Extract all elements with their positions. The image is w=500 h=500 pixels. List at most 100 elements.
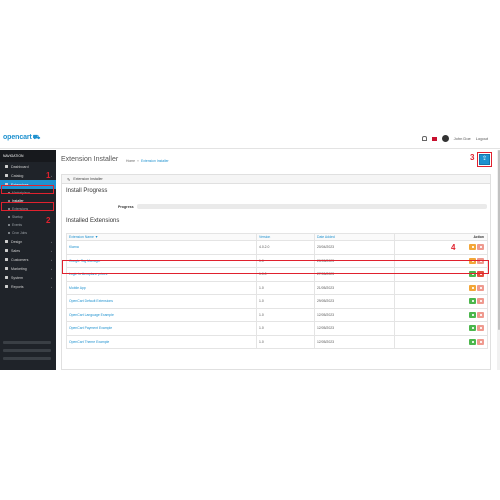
chevron-right-icon: › <box>51 284 52 289</box>
highlight-box-installer <box>1 202 54 211</box>
breadcrumb: Home» Extension Installer <box>126 159 169 163</box>
nav-title: NAVIGATION <box>0 150 56 162</box>
delete-button[interactable] <box>477 298 484 305</box>
action-cell <box>394 307 488 322</box>
extension-version: 1.0 <box>256 307 315 322</box>
annotation-3: 3 <box>470 153 475 162</box>
sidebar-subitem-label: Startup <box>12 215 23 219</box>
column-header-action: Action <box>394 233 488 241</box>
panel-title: Extension Installer <box>73 177 103 181</box>
sidebar-item-label: Catalog <box>11 173 24 178</box>
tag-icon <box>5 174 8 177</box>
column-header-name[interactable]: Extension Name ▼ <box>66 233 257 241</box>
delete-button[interactable] <box>477 311 484 318</box>
highlight-box-extensions <box>1 185 54 194</box>
extension-name-link[interactable]: OpenCart Theme Example <box>66 334 257 349</box>
opencart-logo[interactable]: opencart⛟ <box>3 134 40 142</box>
circle-icon <box>8 232 10 234</box>
panel-header: ✎ Extension Installer <box>62 175 490 184</box>
sidebar-progress-bar <box>3 357 51 360</box>
desktop-icon <box>5 240 8 243</box>
extension-name-link[interactable]: Mobile App <box>66 280 257 295</box>
annotation-1: 1 <box>46 171 51 180</box>
sidebar-item-label: Dashboard <box>11 164 29 169</box>
installer-panel: ✎ Extension Installer Install Progress Pr… <box>61 174 491 370</box>
delete-button[interactable] <box>477 284 484 291</box>
sidebar-subitem-label: Events <box>12 223 23 227</box>
breadcrumb-current[interactable]: Extension Installer <box>141 159 169 163</box>
extension-version: 1.0 <box>256 334 315 349</box>
extension-name-link[interactable]: OpenCart Default Extensions <box>66 294 257 309</box>
progress-bar <box>137 204 487 209</box>
sidebar-item-dashboard[interactable]: Dashboard <box>0 162 56 171</box>
sidebar-item-label: Marketing <box>11 266 27 271</box>
chevron-right-icon: › <box>51 266 52 271</box>
avatar[interactable] <box>441 135 449 142</box>
sidebar-item-customers[interactable]: Customers › <box>0 255 56 264</box>
breadcrumb-home[interactable]: Home <box>126 159 135 163</box>
sidebar-item-label: Sales <box>11 248 20 253</box>
action-cell <box>394 294 488 309</box>
column-header-date: Date Added <box>314 233 395 241</box>
extension-date: 21/05/2023 <box>314 280 395 295</box>
highlight-box-row <box>62 260 489 274</box>
table-row: OpenCart Payment Example 1.0 12/05/2023 <box>66 321 488 336</box>
sidebar-progress-bar <box>3 349 51 352</box>
logout-link[interactable]: Logout <box>476 136 488 141</box>
extension-version: 4.0.2.0 <box>256 240 315 255</box>
user-name[interactable]: John Doe <box>454 136 471 141</box>
scrollbar-thumb[interactable] <box>497 150 500 330</box>
sidebar-item-label: Customers <box>11 257 29 262</box>
chart-icon <box>5 285 8 288</box>
sidebar-item-design[interactable]: Design › <box>0 237 56 246</box>
sidebar-item-marketing[interactable]: Marketing › <box>0 264 56 273</box>
sidebar-item-label: Design <box>11 239 23 244</box>
uninstall-button[interactable] <box>469 244 476 251</box>
circle-icon <box>8 216 10 218</box>
breadcrumb-separator: » <box>137 159 139 163</box>
column-header-version: Version <box>256 233 315 241</box>
top-header: opencart⛟ John Doe Logout <box>0 129 500 149</box>
delete-button[interactable] <box>477 338 484 345</box>
sidebar-item-label: System <box>11 275 23 280</box>
extension-date: 12/05/2023 <box>314 334 395 349</box>
install-button[interactable] <box>469 298 476 305</box>
cart-logo-icon: ⛟ <box>32 135 41 141</box>
header-right: John Doe Logout <box>421 135 488 142</box>
flag-icon[interactable] <box>431 136 437 141</box>
share-icon <box>5 267 8 270</box>
chevron-right-icon: › <box>51 248 52 253</box>
sidebar-subitem-cron[interactable]: Cron Jobs <box>0 229 56 237</box>
delete-button[interactable] <box>477 325 484 332</box>
sidebar-item-reports[interactable]: Reports › <box>0 282 56 291</box>
sidebar-progress-bar <box>3 341 51 344</box>
extension-name-link[interactable]: OpenCart Payment Example <box>66 321 257 336</box>
sidebar-item-label: Reports <box>11 284 24 289</box>
sidebar-subitem-label: Cron Jobs <box>12 231 28 235</box>
table-row: OpenCart Default Extensions 1.0 29/05/2023 <box>66 294 488 309</box>
sidebar-item-sales[interactable]: Sales › <box>0 246 56 255</box>
sidebar-item-system[interactable]: System › <box>0 273 56 282</box>
main-content: Extension Installer Home» Extension Insta… <box>56 150 497 370</box>
uninstall-button[interactable] <box>469 284 476 291</box>
chevron-right-icon: › <box>51 257 52 262</box>
logo-text: opencart <box>3 134 32 141</box>
extension-date: 29/05/2023 <box>314 294 395 309</box>
extension-name-link[interactable]: OpenCart Language Example <box>66 307 257 322</box>
extensions-table: Extension Name ▼ Version Date Added Acti… <box>66 233 488 349</box>
sidebar: NAVIGATION Dashboard Catalog › Extensions… <box>0 150 56 370</box>
install-button[interactable] <box>469 311 476 318</box>
delete-button[interactable] <box>477 244 484 251</box>
extension-date: 12/05/2023 <box>314 321 395 336</box>
chevron-right-icon: › <box>51 239 52 244</box>
extension-name-link[interactable]: Klarna <box>66 240 257 255</box>
install-button[interactable] <box>469 338 476 345</box>
table-row: Mobile App 1.0 21/05/2023 <box>66 280 488 295</box>
circle-icon <box>8 224 10 226</box>
annotation-4: 4 <box>451 243 456 252</box>
extension-date: 20/04/2023 <box>314 240 395 255</box>
installed-extensions-heading: Installed Extensions <box>66 218 120 224</box>
bell-icon[interactable] <box>421 136 427 141</box>
table-row: Klarna 4.0.2.0 20/04/2023 <box>66 240 488 255</box>
install-button[interactable] <box>469 325 476 332</box>
